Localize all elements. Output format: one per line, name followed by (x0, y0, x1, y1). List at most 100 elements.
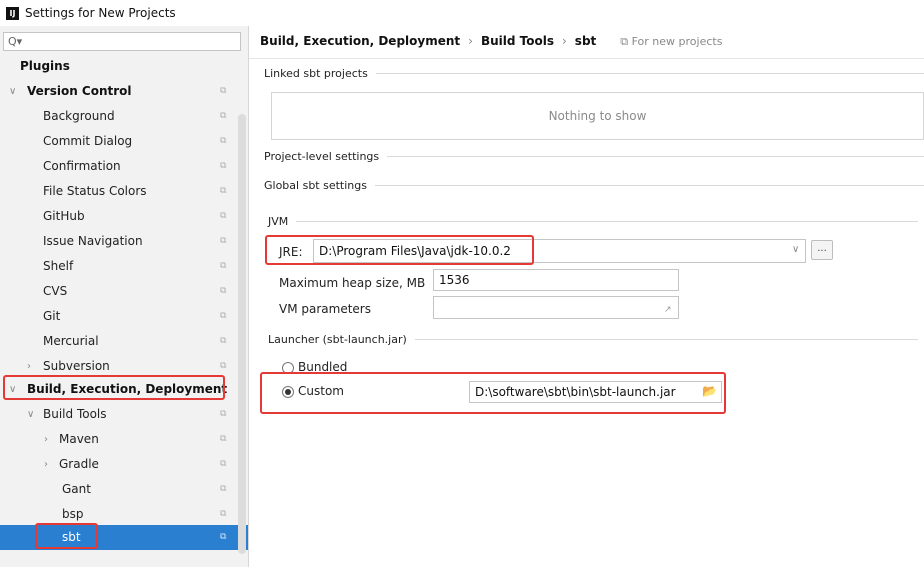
breadcrumb-build-tools[interactable]: Build Tools (481, 34, 554, 48)
sidebar-item-plugins[interactable]: Plugins (0, 54, 238, 79)
project-scope-icon: ⧉ (220, 509, 227, 519)
sidebar-item-git[interactable]: Git ⧉ (0, 304, 238, 329)
project-level-settings-section: Project-level settings (264, 149, 924, 163)
sidebar-item-shelf[interactable]: Shelf ⧉ (0, 254, 238, 279)
sidebar-item-label: Background (43, 109, 115, 123)
sidebar-item-cvs[interactable]: CVS ⧉ (0, 279, 238, 304)
section-divider (374, 184, 924, 186)
max-heap-label: Maximum heap size, MB (279, 276, 426, 290)
project-scope-icon: ⧉ (220, 311, 227, 321)
section-divider (414, 338, 918, 340)
breadcrumb-build-execution-deployment[interactable]: Build, Execution, Deployment (260, 34, 460, 48)
sidebar-item-label: Shelf (43, 259, 74, 273)
project-scope-icon: ⧉ (220, 459, 227, 469)
sidebar-item-subversion[interactable]: › Subversion ⧉ (0, 354, 238, 379)
project-scope-icon: ⧉ (220, 286, 227, 296)
sidebar-item-label: Commit Dialog (43, 134, 133, 148)
max-heap-input[interactable]: 1536 (433, 269, 679, 291)
sidebar-item-build-tools[interactable]: ∨ Build Tools ⧉ (0, 402, 238, 427)
sidebar-item-label: Mercurial (43, 334, 99, 348)
sidebar-item-label: Confirmation (43, 159, 121, 173)
sidebar-item-label: bsp (62, 507, 84, 521)
settings-sidebar: Q▾ Plugins ∨ Version Control ⧉ Backgroun… (0, 26, 249, 567)
sidebar-item-label: GitHub (43, 209, 85, 223)
project-scope-icon: ⧉ (220, 161, 227, 171)
linked-projects-list: Nothing to show (271, 92, 924, 140)
sidebar-item-label: Gradle (59, 457, 99, 471)
max-heap-value: 1536 (439, 273, 470, 287)
sidebar-item-label: sbt (62, 530, 81, 544)
breadcrumb: Build, Execution, Deployment › Build Tools… (260, 34, 722, 49)
sidebar-item-gradle[interactable]: › Gradle ⧉ (0, 452, 238, 477)
sidebar-item-github[interactable]: GitHub ⧉ (0, 204, 238, 229)
sidebar-item-file-status-colors[interactable]: File Status Colors ⧉ (0, 179, 238, 204)
project-scope-icon: ⧉ (220, 532, 227, 542)
project-scope-icon: ⧉ (220, 484, 227, 494)
project-scope-icon: ⧉ (220, 111, 227, 121)
sidebar-item-background[interactable]: Background ⧉ (0, 104, 238, 129)
chevron-down-icon[interactable]: ∨ (792, 244, 799, 255)
sidebar-item-maven[interactable]: › Maven ⧉ (0, 427, 238, 452)
section-divider (375, 72, 924, 74)
custom-radio[interactable] (282, 386, 294, 398)
project-scope-icon: ⧉ (220, 186, 227, 196)
browse-jre-button[interactable]: ... (811, 240, 833, 260)
bundled-label[interactable]: Bundled (298, 360, 347, 374)
chevron-right-icon: › (44, 459, 48, 470)
chevron-right-icon: › (27, 361, 31, 372)
sidebar-item-confirmation[interactable]: Confirmation ⧉ (0, 154, 238, 179)
sidebar-item-label: CVS (43, 284, 68, 298)
sidebar-item-commit-dialog[interactable]: Commit Dialog ⧉ (0, 129, 238, 154)
section-title: JVM (268, 214, 289, 228)
launcher-section: Launcher (sbt-launch.jar) (268, 332, 918, 346)
sidebar-item-label: Git (43, 309, 61, 323)
section-divider (296, 220, 918, 222)
sidebar-item-build-execution-deployment[interactable]: ∨ Build, Execution, Deployment (0, 377, 238, 402)
settings-search-input[interactable]: Q▾ (3, 32, 241, 51)
folder-icon[interactable]: 📂 (702, 384, 717, 398)
chevron-down-icon: ∨ (9, 384, 17, 395)
sidebar-item-issue-navigation[interactable]: Issue Navigation ⧉ (0, 229, 238, 254)
sidebar-scrollbar[interactable] (238, 114, 246, 554)
section-title: Global sbt settings (264, 178, 367, 192)
window-title: Settings for New Projects (25, 6, 176, 20)
section-title: Launcher (sbt-launch.jar) (268, 332, 407, 346)
project-scope-icon: ⧉ (220, 409, 227, 419)
jre-select[interactable]: D:\Program Files\Java\jdk-10.0.2 (313, 239, 806, 263)
vm-parameters-label: VM parameters (279, 302, 371, 316)
title-bar: IJ Settings for New Projects (0, 0, 924, 26)
sidebar-item-sbt[interactable]: sbt ⧉ (0, 525, 248, 550)
custom-launcher-path-value: D:\software\sbt\bin\sbt-launch.jar (475, 385, 676, 399)
sidebar-item-label: Subversion (43, 359, 110, 373)
project-scope-icon: ⧉ (220, 361, 227, 371)
header-divider (249, 58, 924, 59)
sidebar-item-label: Issue Navigation (43, 234, 143, 248)
expand-icon[interactable]: ↗ (664, 305, 672, 315)
project-scope-icon: ⧉ (220, 86, 227, 96)
breadcrumb-separator-icon: › (468, 34, 473, 48)
custom-launcher-path-input[interactable]: D:\software\sbt\bin\sbt-launch.jar (469, 381, 722, 403)
sidebar-item-label: Build Tools (43, 407, 107, 421)
intellij-app-icon: IJ (6, 6, 19, 20)
sidebar-item-label: File Status Colors (43, 184, 147, 198)
linked-sbt-projects-section: Linked sbt projects (264, 66, 924, 80)
bundled-radio[interactable] (282, 362, 294, 374)
global-sbt-settings-section: Global sbt settings (264, 178, 924, 192)
vm-parameters-input[interactable] (433, 296, 679, 319)
breadcrumb-sbt: sbt (574, 34, 597, 48)
sidebar-item-mercurial[interactable]: Mercurial ⧉ (0, 329, 238, 354)
sidebar-item-label: Gant (62, 482, 91, 496)
chevron-right-icon: › (44, 434, 48, 445)
project-scope-icon: ⧉ (220, 434, 227, 444)
sidebar-item-bsp[interactable]: bsp ⧉ (0, 502, 238, 527)
sidebar-item-label: Version Control (27, 84, 132, 98)
jre-select-value: D:\Program Files\Java\jdk-10.0.2 (319, 244, 511, 258)
project-scope-icon: ⧉ (220, 336, 227, 346)
sidebar-item-gant[interactable]: Gant ⧉ (0, 477, 238, 502)
jre-label: JRE: (279, 245, 303, 259)
section-divider (387, 155, 924, 157)
custom-label[interactable]: Custom (298, 384, 344, 398)
settings-content-panel: Build, Execution, Deployment › Build Tools… (249, 26, 924, 567)
sidebar-item-version-control[interactable]: ∨ Version Control ⧉ (0, 79, 238, 104)
for-new-projects-note: ⧉ For new projects (620, 35, 723, 48)
